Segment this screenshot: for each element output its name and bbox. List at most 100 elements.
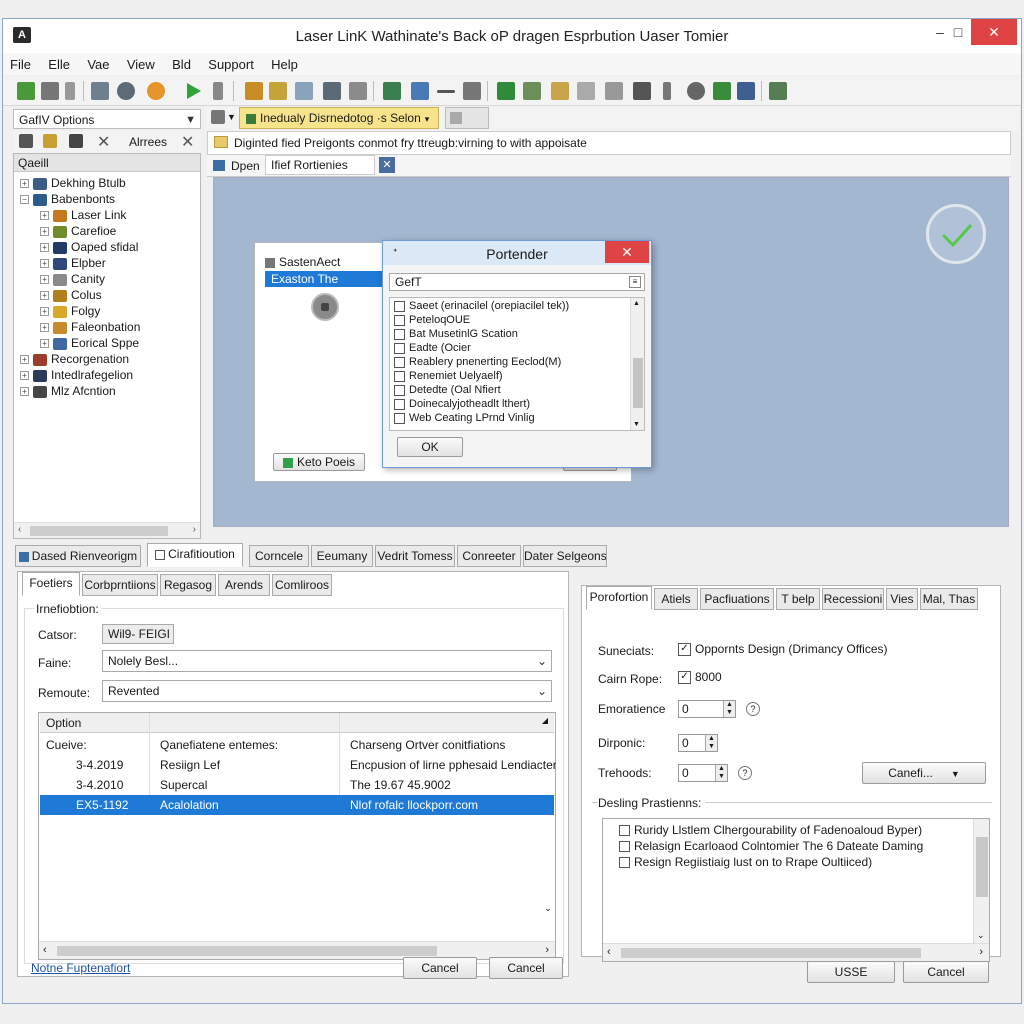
tree-item-colus[interactable]: + Colus <box>40 288 102 304</box>
list-vscrollbar[interactable]: ⌄ <box>973 819 989 943</box>
dialog-item-1[interactable]: SastenAect <box>265 255 340 269</box>
alrrees-label[interactable]: Alrrees <box>129 135 167 149</box>
modal-list-item[interactable]: Reablery pnenerting Eeclod(M) <box>394 356 561 368</box>
scroll-right-icon[interactable]: › <box>545 944 549 956</box>
tree-item-oaped[interactable]: + Oaped sfidal <box>40 240 138 256</box>
maximize-button[interactable]: □ <box>943 19 973 45</box>
close-tools-icon[interactable]: ✕ <box>181 132 194 152</box>
modal-list-item[interactable]: Renemiet Uelyaelf) <box>394 370 503 382</box>
diponic-stepper[interactable]: 0 ▲ ▼ <box>678 734 718 752</box>
column-header[interactable]: Option <box>46 716 81 730</box>
scroll-down-icon[interactable]: ⌄ <box>977 930 985 941</box>
menu-elle[interactable]: Elle <box>41 53 77 72</box>
cairn-checkbox[interactable]: ✓ 8000 <box>678 670 722 685</box>
modal-scrollbar[interactable]: ▲ ▼ <box>630 298 644 430</box>
modal-list-item[interactable]: Saeet (erinacilel (orepiacilel tek)) <box>394 300 569 312</box>
list-item[interactable]: Resign Regiistiaig lust on to Rrape Oult… <box>619 855 872 869</box>
table-icon[interactable] <box>323 82 341 100</box>
menu-vae[interactable]: Vae <box>80 53 116 72</box>
disrnedotog-select[interactable]: Inedualy Disrnedotog ·s Selon ▾ <box>239 107 439 129</box>
table-row[interactable]: 3-4.2010 Supercal The 19.67 45.9002 <box>40 775 554 795</box>
tab-pacfiuations[interactable]: Pacfiuations <box>700 588 774 610</box>
scroll-thumb[interactable] <box>976 837 988 897</box>
tab-foetiers[interactable]: Foetiers <box>22 572 80 596</box>
right-cancel-button[interactable]: Cancel <box>903 961 989 983</box>
options-select[interactable]: GafIV Options ▼ <box>13 109 201 129</box>
open-label[interactable]: Dpen <box>231 159 260 173</box>
help-link[interactable]: Notne Fuptenafiort <box>31 961 130 975</box>
tab-rienveorigm[interactable]: Dased Rienveorigm <box>15 545 141 567</box>
tab-dater-selgeons[interactable]: Dater Selgeons <box>523 545 607 567</box>
close-x-icon[interactable]: ✕ <box>379 157 395 173</box>
scroll-left-icon[interactable]: ‹ <box>43 944 47 956</box>
scroll-thumb[interactable] <box>57 946 437 956</box>
image-icon[interactable] <box>737 82 755 100</box>
scroll-thumb[interactable] <box>621 948 921 958</box>
tag-icon[interactable] <box>463 82 481 100</box>
list-hscrollbar[interactable]: ‹ › <box>603 943 989 961</box>
modal-list-item[interactable]: Doinecalyjotheadlt lthert) <box>394 398 530 410</box>
back-arrow-icon[interactable] <box>633 82 651 100</box>
tree-item-intedlrafegelion[interactable]: + Intedlrafegelion <box>20 368 133 384</box>
print-icon[interactable] <box>577 82 595 100</box>
menu-bld[interactable]: Bld <box>165 53 198 72</box>
cancel-button-2[interactable]: Cancel <box>489 957 563 979</box>
page-icon[interactable] <box>605 82 623 100</box>
pin-icon[interactable] <box>213 82 223 100</box>
folder-icon[interactable] <box>269 82 287 100</box>
database-icon[interactable] <box>383 82 401 100</box>
tree-item-elpber[interactable]: + Elpber <box>40 256 106 272</box>
modal-list-item[interactable]: Eadte (Ocier <box>394 342 471 354</box>
table-hscrollbar[interactable]: ‹ › <box>39 941 555 959</box>
tab-tbelp[interactable]: T belp <box>776 588 820 610</box>
chart-icon[interactable] <box>91 82 109 100</box>
emorience-stepper[interactable]: 0 ▲ ▼ <box>678 700 736 718</box>
menu-file[interactable]: File <box>3 53 38 72</box>
refresh-icon[interactable] <box>411 82 429 100</box>
faine-select[interactable]: Nolely Besl... ⌄ <box>102 650 552 672</box>
menu-support[interactable]: Support <box>201 53 261 72</box>
modal-list-item[interactable]: Web Ceating LPrnd Vinlig <box>394 412 535 424</box>
save-icon[interactable] <box>19 134 33 148</box>
keto-poeis-button[interactable]: Keto Poeis <box>273 453 365 471</box>
layout-icon[interactable] <box>211 110 225 124</box>
document-icon[interactable] <box>295 82 313 100</box>
tab-conreeter[interactable]: Conreeter <box>457 545 521 567</box>
close-button[interactable]: ✕ <box>971 19 1017 45</box>
tree-item-canity[interactable]: + Canity <box>40 272 105 288</box>
edit-icon[interactable] <box>349 82 367 100</box>
menu-help[interactable]: Help <box>264 53 305 72</box>
chevron-down-icon[interactable]: ▼ <box>227 112 236 122</box>
table-row[interactable]: 3-4.2019 Resiign Lef Encpusion of lirne … <box>40 755 556 775</box>
tree-item-faleonbation[interactable]: + Faleonbation <box>40 320 140 336</box>
tab-arends[interactable]: Arends <box>218 574 270 596</box>
scroll-left-icon[interactable]: ‹ <box>18 524 21 535</box>
minus-icon[interactable] <box>437 90 455 93</box>
modal-close-button[interactable]: ✕ <box>605 241 649 263</box>
modal-search-field[interactable]: GefT ≡ <box>389 273 645 291</box>
trehoods-stepper[interactable]: 0 ▲ ▼ <box>678 764 728 782</box>
play-icon[interactable] <box>187 83 201 99</box>
export-icon[interactable] <box>769 82 787 100</box>
table-row-selected[interactable]: EX5-1192 Acalolation Nlof rofalc llockpo… <box>40 795 554 815</box>
cross-tools-icon[interactable]: ✕ <box>97 132 110 152</box>
tree-item-folgy[interactable]: + Folgy <box>40 304 100 320</box>
list-item[interactable]: Ruridy Llstlem Clhergourability of Faden… <box>619 823 922 837</box>
tree-item-eorical[interactable]: + Eorical Sppe <box>40 336 139 352</box>
globe-icon[interactable] <box>147 82 165 100</box>
collapse-icon[interactable]: ◢ <box>542 716 548 725</box>
arrow-icon[interactable] <box>65 82 75 100</box>
tree-item-recorgenation[interactable]: + Recorgenation <box>20 352 129 368</box>
tab-porofortion[interactable]: Porofortion <box>586 586 652 610</box>
paste-icon[interactable] <box>551 82 569 100</box>
secondary-select[interactable] <box>445 107 489 129</box>
suneciats-checkbox[interactable]: ✓ Oppornts Design (Drimancy Offices) <box>678 642 888 657</box>
tree-item-babenbonts[interactable]: − Babenbonts <box>20 192 115 208</box>
tree-item-carefioe[interactable]: + Carefioe <box>40 224 116 240</box>
tree-item-mlz[interactable]: + Mlz Afcntion <box>20 384 116 400</box>
tab-comliroos[interactable]: Comliroos <box>272 574 332 596</box>
leaf-icon[interactable] <box>497 82 515 100</box>
list-item[interactable]: Relasign Ecarloaod Colntomier The 6 Date… <box>619 839 923 853</box>
ortienies-field[interactable]: Ifief Rortienies <box>265 155 375 175</box>
use-button[interactable]: USSE <box>807 961 895 983</box>
